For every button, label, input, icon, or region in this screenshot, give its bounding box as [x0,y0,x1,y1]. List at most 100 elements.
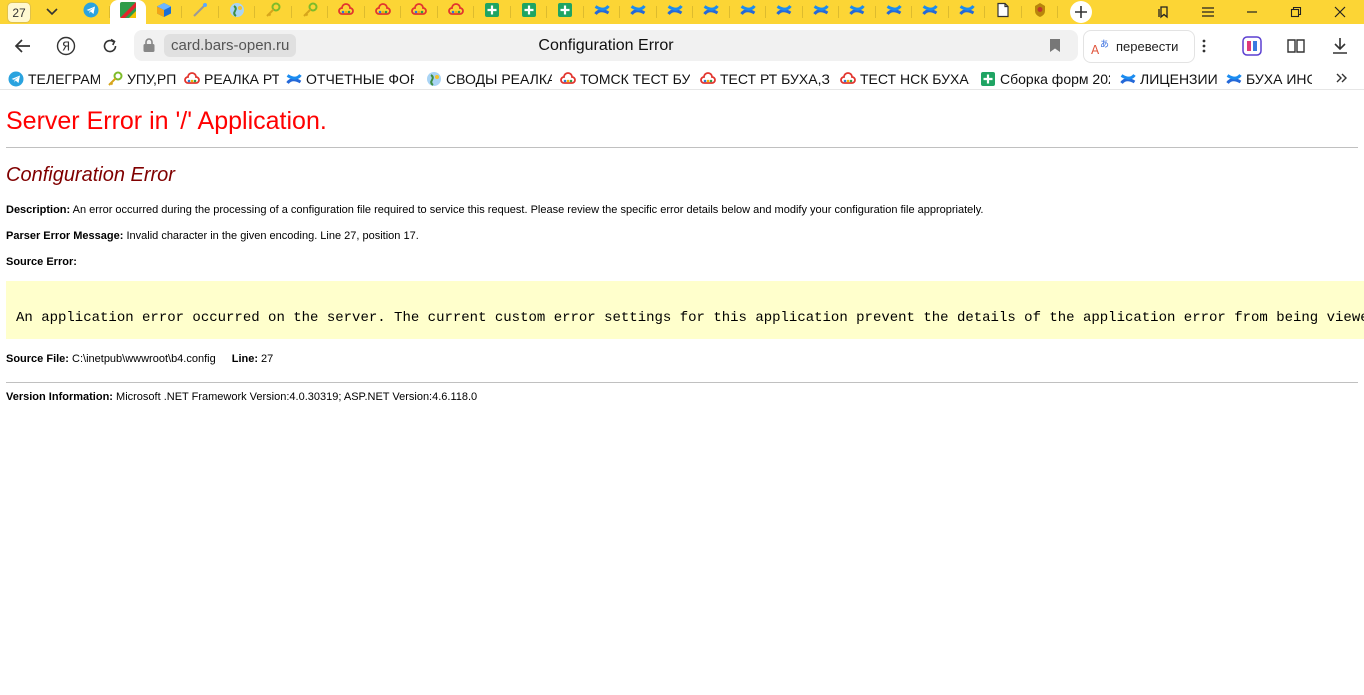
translate-label: перевести [1116,39,1179,54]
tab[interactable] [292,0,329,24]
tab[interactable] [693,0,730,24]
error-heading: Server Error in '/' Application. [6,107,327,135]
bookmark-icon[interactable] [1048,38,1062,53]
collections-button[interactable] [1146,0,1182,24]
tab[interactable] [1022,0,1059,24]
tab[interactable] [949,0,986,24]
bookmark-item[interactable]: ОТЧЕТНЫЕ ФОРМ [286,69,414,88]
confluence-icon [922,2,938,23]
tab[interactable] [985,0,1022,24]
description-text: An error occurred during the processing … [70,204,984,216]
globe-icon [426,71,442,87]
bookmark-item[interactable]: РЕАЛКА РТ [184,69,279,88]
yandex-button[interactable]: Я [52,32,80,60]
url-domain[interactable]: card.bars-open.ru [164,34,297,57]
bookmark-item[interactable]: ТЕЛЕГРАМ [8,69,100,88]
reader-icon [1287,39,1305,53]
description-label: Description: [6,204,71,216]
bookmark-item[interactable]: Сборка форм 202 [980,69,1110,88]
reload-button[interactable] [96,32,124,60]
bookmark-item[interactable]: УПУ,РП [107,69,179,88]
key-icon [265,2,281,23]
tab[interactable] [620,0,657,24]
divider [6,382,1358,383]
translate-button[interactable]: A あ перевести [1083,30,1195,63]
telegram-icon [8,71,24,87]
key-icon [107,71,123,87]
cube-icon [156,2,172,23]
tab-count-badge[interactable]: 27 [7,2,31,23]
bookmark-label: ТЕСТ РТ БУХА,ЗИ [720,70,830,87]
confluence-icon [1226,71,1242,87]
restore-button[interactable] [1278,0,1314,24]
new-tab-button[interactable] [1070,1,1092,23]
minimize-button[interactable] [1234,0,1270,24]
kebab-menu-icon [1202,39,1206,52]
bookmark-item[interactable]: СВОДЫ РЕАЛКА [426,69,552,88]
extension-button[interactable] [1238,32,1266,60]
tab[interactable] [766,0,803,24]
browser-menu-button[interactable] [1190,0,1226,24]
more-bookmarks-button[interactable] [1332,68,1352,88]
bookmark-label: ЛИЦЕНЗИИ [1140,70,1218,87]
confluence-icon [630,2,646,23]
confluence-icon [959,2,975,23]
bookmark-item[interactable]: ЛИЦЕНЗИИ [1120,69,1218,88]
tab-strip: 27 [0,0,1364,24]
tab[interactable] [657,0,694,24]
double-chevron-right-icon [1336,73,1347,83]
tab[interactable] [73,0,110,24]
bookmark-label: ТЕСТ НСК БУХА,З [860,70,970,87]
bookmark-item[interactable]: ТОМСК ТЕСТ БУХ [560,69,690,88]
tab[interactable] [876,0,913,24]
spreadsheet-icon [484,2,500,23]
close-window-button[interactable] [1322,0,1358,24]
tabs-dropdown-button[interactable] [38,0,66,24]
address-bar[interactable]: Configuration Error card.bars-open.ru [134,30,1078,61]
tab[interactable] [584,0,621,24]
tab[interactable] [839,0,876,24]
version-label: Version Information: [6,391,113,403]
bookmark-item[interactable]: ТЕСТ НСК БУХА,З [840,69,970,88]
confluence-icon [1120,71,1136,87]
cloud-icon [184,71,200,87]
tab[interactable] [803,0,840,24]
tab[interactable] [365,0,402,24]
tab[interactable] [255,0,292,24]
translate-icon: A あ [1091,39,1109,57]
confluence-icon [703,2,719,23]
svg-text:Я: Я [62,40,70,54]
tab[interactable] [401,0,438,24]
tab[interactable] [547,0,584,24]
tab[interactable] [182,0,219,24]
back-button[interactable] [8,32,36,60]
svg-text:A: A [1091,43,1100,57]
tab[interactable] [438,0,475,24]
tab[interactable] [912,0,949,24]
reading-mode-button[interactable] [1282,32,1310,60]
tab[interactable] [511,0,548,24]
tab[interactable] [328,0,365,24]
confluence-icon [776,2,792,23]
cloud-icon [374,2,391,23]
extension-logo-icon [1242,36,1262,56]
bookmark-item[interactable]: ТЕСТ РТ БУХА,ЗИ [700,69,830,88]
confluence-icon [813,2,829,23]
confluence-icon [849,2,865,23]
tab-active[interactable] [109,0,146,24]
tab[interactable] [219,0,256,24]
source-file-row: Source File: C:\inetpub\wwwroot\b4.confi… [6,353,273,365]
parser-error-label: Parser Error Message: [6,230,124,242]
tab[interactable] [730,0,767,24]
version-text: Microsoft .NET Framework Version:4.0.303… [112,391,478,403]
line-label: Line: [231,353,258,365]
browser-toolbar: Я Configuration Error card.bars-open.ru … [0,24,1364,68]
downloads-button[interactable] [1326,32,1354,60]
translate-options-button[interactable] [1194,30,1214,61]
tab[interactable] [146,0,183,24]
download-icon [1333,38,1347,54]
tab[interactable] [474,0,511,24]
line-value: 27 [258,353,274,365]
bookmark-item[interactable]: БУХА ИНС [1226,69,1312,88]
source-error-label: Source Error: [6,256,77,268]
